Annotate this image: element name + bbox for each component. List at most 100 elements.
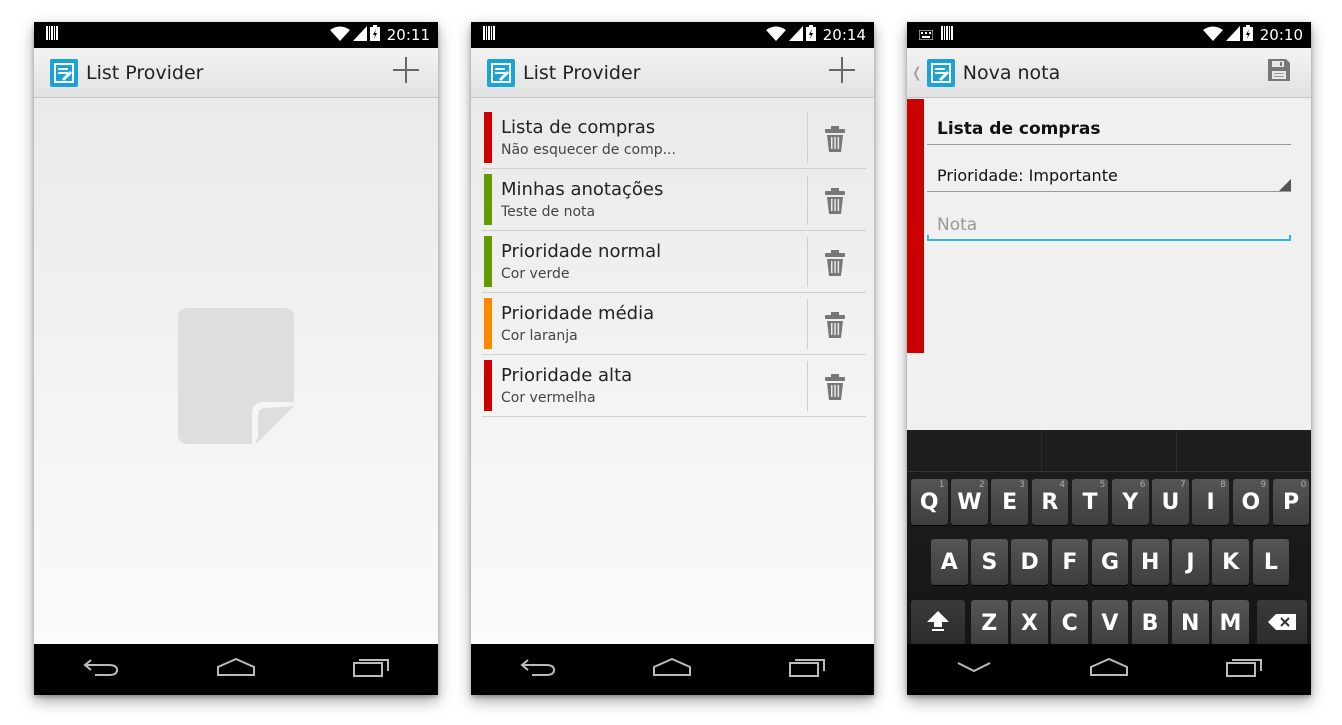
key-a-label: A: [940, 549, 958, 575]
app-icon[interactable]: [487, 58, 515, 87]
key-m[interactable]: M: [1212, 600, 1249, 646]
key-e[interactable]: E3: [991, 479, 1028, 525]
delete-button[interactable]: [824, 126, 846, 152]
app-icon[interactable]: [926, 58, 955, 87]
phone-screen-empty: 20:11 List Provider: [34, 22, 438, 695]
shift-key[interactable]: [911, 600, 965, 646]
key-w[interactable]: W2: [951, 479, 988, 525]
add-button[interactable]: [382, 48, 430, 98]
list-item[interactable]: Lista de compras Não esquecer de comp...: [482, 107, 866, 169]
delete-button[interactable]: [824, 312, 846, 338]
navigation-bar: [471, 644, 874, 695]
key-n[interactable]: N: [1172, 600, 1209, 646]
key-p-label: P: [1282, 489, 1300, 515]
key-q[interactable]: Q1: [911, 479, 948, 525]
priority-spinner[interactable]: Prioridade: Importante: [937, 166, 1118, 185]
key-p[interactable]: P0: [1272, 479, 1310, 525]
note-body-input[interactable]: Nota: [937, 215, 977, 235]
key-u[interactable]: U7: [1152, 479, 1189, 525]
key-k[interactable]: K: [1212, 539, 1249, 585]
add-button[interactable]: [818, 48, 866, 98]
key-l-label: L: [1263, 549, 1278, 575]
recents-icon: [352, 657, 389, 682]
list-item-subtitle: Não esquecer de comp...: [501, 142, 676, 158]
key-h[interactable]: H: [1132, 539, 1169, 585]
home-icon: [653, 657, 692, 681]
key-d[interactable]: D: [1011, 539, 1048, 585]
key-e-label: E: [1002, 489, 1018, 515]
suggestion-strip[interactable]: [907, 430, 1311, 472]
key-b-label: B: [1141, 610, 1159, 636]
key-q-label: Q: [919, 489, 939, 515]
key-x[interactable]: X: [1011, 600, 1048, 646]
up-chevron-icon[interactable]: ❬: [911, 64, 923, 81]
key-y[interactable]: Y6: [1112, 479, 1149, 525]
list-item-title: Lista de compras: [501, 117, 656, 138]
status-time: 20:11: [386, 26, 430, 44]
list-item[interactable]: Prioridade normal Cor verde: [482, 231, 866, 293]
note-list: Lista de compras Não esquecer de comp... M…: [482, 107, 866, 417]
battery-icon: [1242, 25, 1253, 45]
delete-button[interactable]: [824, 250, 846, 276]
recents-button[interactable]: [775, 650, 839, 690]
key-c[interactable]: C: [1051, 600, 1088, 646]
key-f[interactable]: F: [1051, 539, 1089, 585]
status-bar: 20:11: [34, 22, 438, 48]
list-item-subtitle: Cor vermelha: [501, 390, 596, 406]
note-title-underline: [927, 144, 1291, 145]
key-b[interactable]: B: [1131, 600, 1169, 646]
home-button[interactable]: [204, 650, 268, 690]
key-k-label: K: [1222, 549, 1240, 575]
key-f-label: F: [1062, 549, 1078, 575]
key-t[interactable]: T5: [1071, 479, 1109, 525]
back-button[interactable]: [69, 650, 133, 690]
action-bar: List Provider: [471, 48, 874, 98]
list-item[interactable]: Prioridade média Cor laranja: [482, 293, 866, 355]
backspace-key[interactable]: [1257, 600, 1307, 646]
navigation-bar: [907, 644, 1311, 695]
status-bar: 20:10: [907, 22, 1311, 48]
key-z[interactable]: Z: [971, 600, 1008, 646]
priority-color-bar: [484, 298, 492, 349]
recents-button[interactable]: [1212, 650, 1276, 690]
key-l[interactable]: L: [1252, 539, 1290, 585]
chevron-down-icon: [956, 660, 992, 679]
recents-button[interactable]: [339, 650, 403, 690]
list-item-text: Lista de compras Não esquecer de comp...: [501, 117, 676, 158]
row-divider: [807, 175, 808, 225]
app-icon[interactable]: [50, 58, 78, 87]
key-v[interactable]: V: [1091, 600, 1129, 646]
key-hint: 8: [1220, 480, 1226, 490]
empty-list-area: [34, 99, 438, 644]
back-icon: [83, 657, 119, 682]
key-y-label: Y: [1122, 489, 1139, 515]
home-button[interactable]: [1077, 650, 1141, 690]
priority-color-bar: [484, 174, 492, 225]
key-o[interactable]: O9: [1232, 479, 1270, 525]
key-hint: 9: [1260, 480, 1267, 490]
note-title-input[interactable]: Lista de compras: [937, 119, 1101, 139]
wifi-icon: [765, 26, 786, 45]
list-item-text: Prioridade alta Cor vermelha: [501, 365, 632, 406]
list-item[interactable]: Minhas anotações Teste de nota: [482, 169, 866, 231]
key-i[interactable]: I8: [1192, 479, 1229, 525]
key-j[interactable]: J: [1172, 539, 1209, 585]
plus-icon: [393, 57, 419, 88]
priority-color-bar: [484, 112, 492, 163]
hide-keyboard-button[interactable]: [942, 650, 1006, 690]
home-button[interactable]: [640, 650, 704, 690]
key-d-label: D: [1020, 549, 1039, 575]
recents-icon: [1225, 657, 1262, 682]
delete-button[interactable]: [824, 374, 846, 400]
key-hint: 3: [1019, 480, 1025, 490]
back-button[interactable]: [506, 650, 570, 690]
trash-icon: [824, 312, 846, 342]
key-g[interactable]: G: [1091, 539, 1129, 585]
list-item[interactable]: Prioridade alta Cor vermelha: [482, 355, 866, 417]
key-s[interactable]: S: [971, 539, 1008, 585]
phone-screen-new-note: 20:10 ❬ Nova nota Lista de compras Prior…: [907, 22, 1311, 695]
delete-button[interactable]: [824, 188, 846, 214]
key-r[interactable]: R4: [1031, 479, 1069, 525]
save-button[interactable]: [1255, 48, 1303, 98]
key-a[interactable]: A: [931, 539, 968, 585]
